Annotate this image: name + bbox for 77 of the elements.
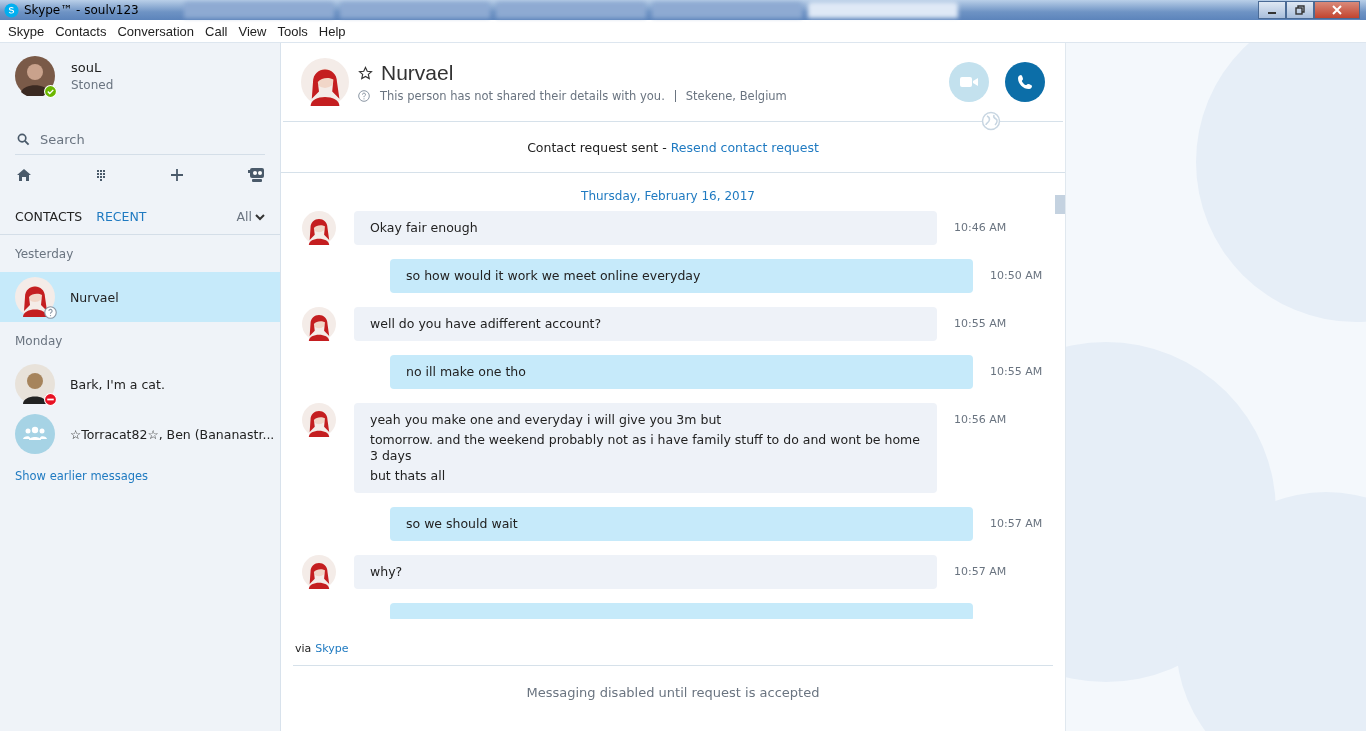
online-status-icon [44,85,57,98]
location-text: Stekene, Belgium [685,89,787,103]
unknown-status-icon [44,306,57,319]
message-text: but thats all [370,468,447,484]
message-text: why? [370,564,404,580]
message-text: Okay fair enough [370,220,479,236]
message-text: so we should wait [406,516,519,532]
search-icon [17,132,30,146]
request-text: Contact request sent - [527,139,668,155]
contact-name: Nurvael [381,61,454,85]
home-icon[interactable] [16,167,32,183]
group-icon [15,414,55,454]
chevron-icon [255,212,265,221]
message-time: 10:55 AM [990,365,1043,378]
date-separator: Thursday, February 16, 2017 [581,189,755,203]
scrollbar-thumb[interactable] [1055,195,1065,214]
message-time: 10:57 AM [990,517,1043,530]
add-icon[interactable] [170,168,184,182]
message-time: 10:50 AM [990,269,1043,282]
tab[interactable]: RECENT [96,209,147,224]
bot-icon[interactable] [247,167,265,183]
avatar[interactable] [15,56,55,96]
avatar [302,555,336,589]
restore-icon [1294,4,1306,16]
avatar [302,211,336,245]
contact-name: ☆Torracat82☆, Ben (Bananastr... [70,426,275,442]
group-heading: Yesterday [14,246,75,263]
filter-dropdown[interactable]: All [236,209,265,224]
phone-icon [1017,74,1033,90]
close-icon [1331,4,1343,16]
avatar [302,403,336,437]
help-icon [358,90,370,102]
dialpad-icon[interactable] [95,169,107,181]
menu-item[interactable]: Tools [276,23,314,39]
message-text: so how would it work we meet online everyday [406,268,702,284]
message-text: no ill make one tho [406,364,527,380]
resend-request-link[interactable]: Resend contact request [670,139,819,155]
skype-link[interactable]: Skype [315,642,349,655]
call-button[interactable] [1005,62,1045,102]
message-time: 10:55 AM [954,317,1007,330]
avatar [15,364,55,404]
menu-item[interactable]: Skype [7,23,51,39]
avatar [15,277,55,317]
contact-item[interactable]: Nurvael [0,272,280,322]
message-time: 10:46 AM [954,221,1007,234]
show-earlier-link[interactable]: Show earlier messages [0,459,280,493]
contact-name: Nurvael [70,289,119,305]
avatar [302,307,336,341]
user-name: souL [71,60,103,75]
message-text: well do you have adifferent account? [370,316,603,332]
messaging-disabled-text: Messaging disabled until request is accepted [293,665,1053,718]
window-title: Skype™ - soulv123 [24,3,139,17]
tab[interactable]: CONTACTS [15,209,83,224]
contact-name: Bark, I'm a cat. [70,376,165,392]
menu-item[interactable]: Call [204,23,234,39]
search-field[interactable]: Search [40,131,240,147]
menu-item[interactable]: Conversation [116,23,201,39]
contact-item[interactable]: Bark, I'm a cat. [0,359,280,409]
via-text: via [295,642,312,655]
message-time: 10:56 AM [954,413,1007,426]
mood-text: Stoned [71,78,114,92]
star-icon[interactable] [358,65,373,81]
menu-item[interactable]: Help [317,23,352,39]
close-button[interactable] [1314,1,1360,19]
message-time: 10:57 AM [954,565,1007,578]
restore-button[interactable] [1286,1,1314,19]
avatar [301,58,349,106]
skype-logo-icon [4,2,19,18]
menu-item[interactable]: View [237,23,273,39]
minimize-icon [1268,12,1276,14]
menu-item[interactable]: Contacts [54,23,113,39]
minimize-button[interactable] [1258,1,1286,19]
video-camera-icon [959,75,979,89]
details-text: This person has not shared their details with you. [380,89,665,103]
contact-item[interactable]: ☆Torracat82☆, Ben (Bananastr... [0,409,280,459]
group-heading: Monday [14,333,64,350]
message-text: yeah you make one and everyday i will give you 3m but [370,412,723,428]
